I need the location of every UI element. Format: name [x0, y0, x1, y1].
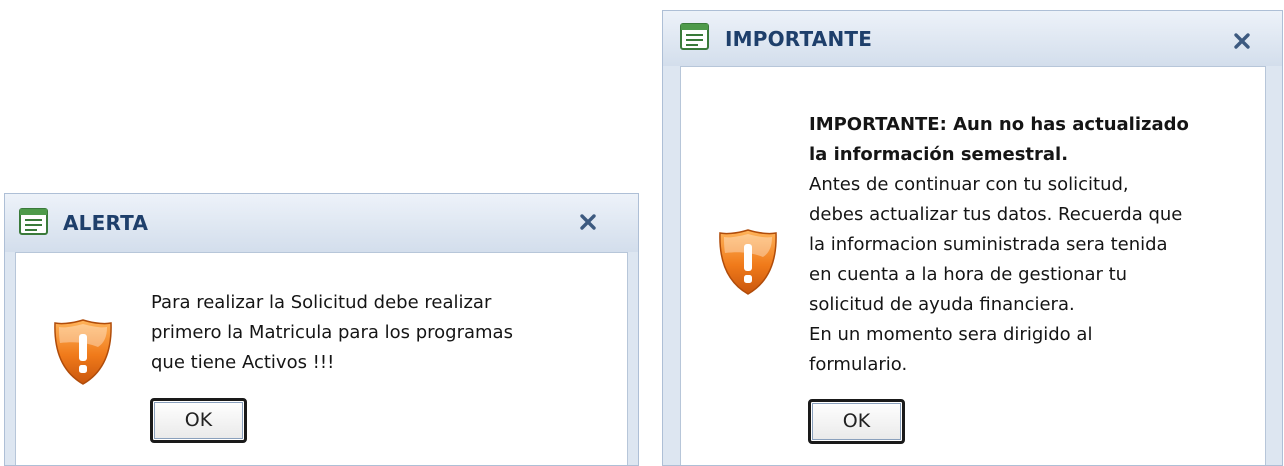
- important-message-line: En un momento sera dirigido al: [809, 324, 1093, 345]
- important-message-line: en cuenta a la hora de gestionar tu: [809, 264, 1128, 285]
- important-ok-button[interactable]: OK: [808, 399, 905, 444]
- alert-message-line: Para realizar la Solicitud debe realizar: [151, 292, 492, 313]
- alert-dialog: ALERTA Para realizar la Solicitud debe r…: [4, 193, 639, 466]
- important-dialog: IMPORTANTE IMPORTANTE: Aun no has actual…: [662, 10, 1283, 466]
- important-message-line: Antes de continuar con tu solicitud,: [809, 174, 1129, 195]
- warning-shield-icon: [717, 227, 779, 297]
- window-icon: [19, 208, 48, 235]
- important-message-line: debes actualizar tus datos. Recuerda que: [809, 204, 1183, 225]
- alert-ok-button[interactable]: OK: [150, 398, 247, 443]
- warning-shield-icon: [52, 317, 114, 387]
- important-dialog-titlebar[interactable]: IMPORTANTE: [663, 11, 1282, 66]
- important-dialog-title: IMPORTANTE: [725, 27, 873, 51]
- important-message-line: la informacion suministrada sera tenida: [809, 234, 1168, 255]
- alert-dialog-content: Para realizar la Solicitud debe realizar…: [15, 252, 628, 465]
- important-message: IMPORTANTE: Aun no has actualizado la in…: [809, 110, 1189, 380]
- alert-dialog-title: ALERTA: [63, 211, 149, 235]
- important-dialog-content: IMPORTANTE: Aun no has actualizado la in…: [680, 66, 1266, 465]
- close-icon[interactable]: [578, 212, 598, 232]
- alert-message-line: que tiene Activos !!!: [151, 352, 335, 373]
- window-icon: [680, 23, 709, 50]
- alert-dialog-titlebar[interactable]: ALERTA: [5, 194, 638, 252]
- important-message-line: formulario.: [809, 354, 908, 375]
- alert-message-line: primero la Matricula para los programas: [151, 322, 513, 343]
- close-icon[interactable]: [1232, 31, 1252, 51]
- important-message-line: solicitud de ayuda financiera.: [809, 294, 1075, 315]
- important-heading-line: la información semestral.: [809, 144, 1069, 165]
- important-heading-line: IMPORTANTE: Aun no has actualizado: [809, 114, 1189, 135]
- alert-message: Para realizar la Solicitud debe realizar…: [151, 288, 513, 378]
